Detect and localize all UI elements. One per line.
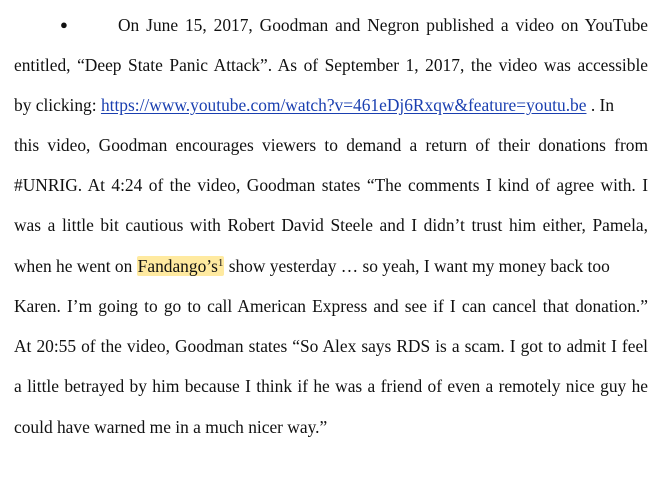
footnote-marker[interactable]: 1 bbox=[218, 257, 224, 269]
bullet-marker: ● bbox=[60, 17, 68, 32]
text-segment: when he went on bbox=[14, 256, 137, 276]
text-line-1: On June 15, 2017, Goodman and Negron pub… bbox=[118, 15, 648, 35]
text-line-4: this video, Goodman encourages viewers t… bbox=[14, 135, 648, 155]
text-line-11: could have warned me in a much nicer way… bbox=[14, 417, 328, 437]
text-line-8: Karen. I’m going to go to call American … bbox=[14, 296, 648, 316]
text-line-6: was a little bit cautious with Robert Da… bbox=[14, 215, 648, 235]
document-page: ● On June 15, 2017, Goodman and Negron p… bbox=[0, 0, 663, 485]
text-segment: show yesterday … so yeah, I want my mone… bbox=[224, 256, 610, 276]
text-segment: by clicking: bbox=[14, 95, 101, 115]
highlighted-text: Fandango’s bbox=[137, 256, 218, 276]
text-line-3: by clicking: https://www.youtube.com/wat… bbox=[14, 93, 648, 117]
highlighted-name: Fandango’s1 bbox=[136, 256, 225, 276]
youtube-link[interactable]: https://www.youtube.com/watch?v=461eDj6R… bbox=[101, 95, 587, 115]
text-line-9: At 20:55 of the video, Goodman states “S… bbox=[14, 336, 648, 356]
text-line-10: a little betrayed by him because I think… bbox=[14, 376, 648, 396]
text-line-5: #UNRIG. At 4:24 of the video, Goodman st… bbox=[14, 175, 648, 195]
text-line-7: when he went on Fandango’s1 show yesterd… bbox=[14, 254, 648, 278]
text-segment: . In bbox=[590, 95, 615, 115]
text-line-2: entitled, “Deep State Panic Attack”. As … bbox=[14, 55, 648, 75]
